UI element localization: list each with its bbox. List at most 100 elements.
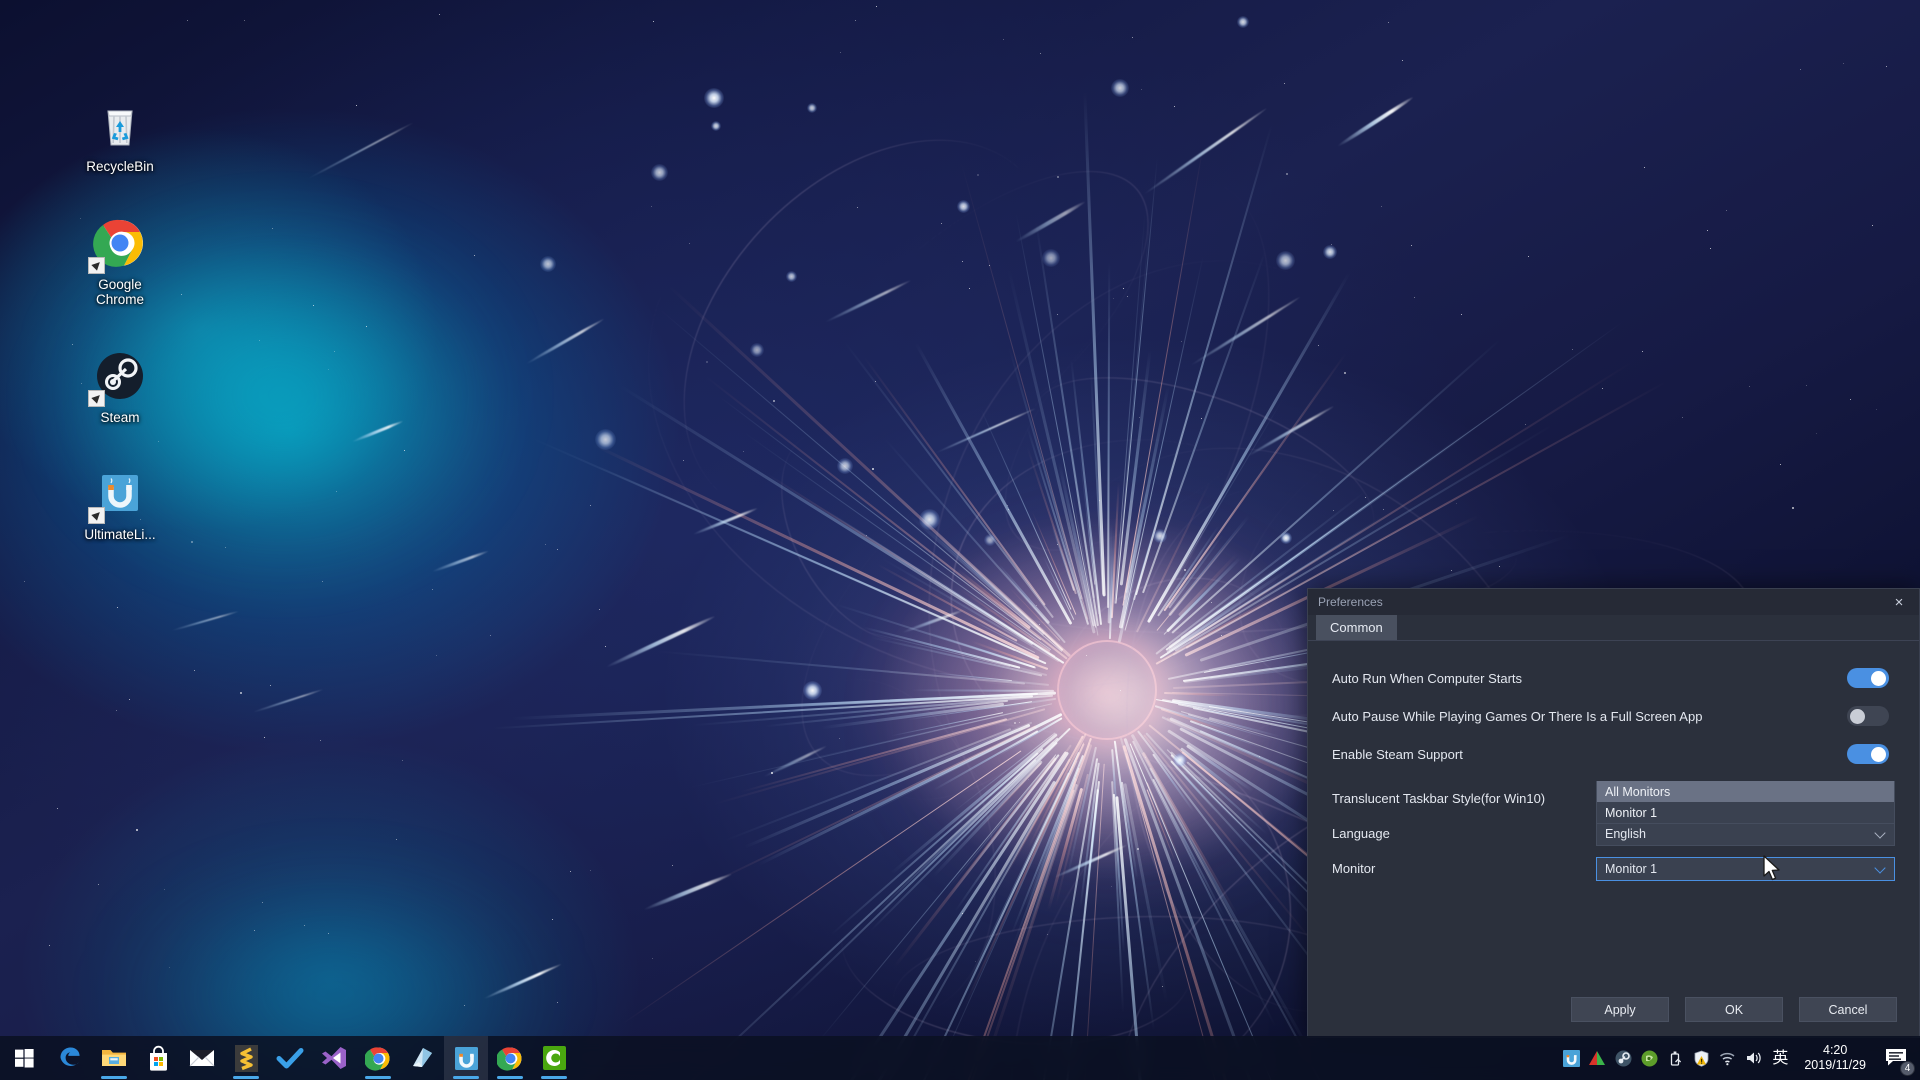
ok-button[interactable]: OK <box>1685 997 1783 1022</box>
taskbar-item-chrome-2[interactable] <box>488 1036 532 1080</box>
desktop-icon-recycle-bin[interactable]: RecycleBin <box>60 95 180 175</box>
star <box>590 870 591 871</box>
star <box>272 228 273 229</box>
taskbar-item-microsoft-store[interactable] <box>136 1036 180 1080</box>
cancel-button[interactable]: Cancel <box>1799 997 1897 1022</box>
star <box>1181 341 1182 342</box>
ime-tray-icon[interactable]: 英 <box>1766 1036 1794 1080</box>
apply-button[interactable]: Apply <box>1571 997 1669 1022</box>
star <box>1259 756 1260 757</box>
taskbar-item-sticky-notes[interactable] <box>400 1036 444 1080</box>
security-warning-tray-icon[interactable] <box>1688 1036 1714 1080</box>
close-icon[interactable]: × <box>1879 589 1919 615</box>
star <box>304 925 305 926</box>
star <box>1333 510 1334 511</box>
select-language[interactable]: English <box>1596 821 1895 846</box>
tab-common[interactable]: Common <box>1316 615 1397 640</box>
star <box>1461 314 1462 315</box>
star <box>334 351 335 352</box>
taskbar-item-todo-check[interactable] <box>268 1036 312 1080</box>
star <box>857 207 858 208</box>
star <box>743 451 744 452</box>
star <box>98 884 99 885</box>
star <box>1184 569 1186 571</box>
setting-row-monitor: Monitor Monitor 1 <box>1332 851 1895 886</box>
glow-dot <box>595 429 617 451</box>
star <box>1381 206 1382 207</box>
volume-tray-icon[interactable] <box>1740 1036 1766 1080</box>
star <box>402 760 403 761</box>
taskbar-item-edge[interactable] <box>48 1036 92 1080</box>
visual-studio-icon <box>322 1047 346 1069</box>
dialog-title: Preferences <box>1318 595 1383 609</box>
star <box>1141 89 1142 90</box>
star <box>1806 385 1807 386</box>
shortcut-overlay-icon <box>88 507 105 524</box>
star <box>977 174 979 176</box>
mail-icon <box>189 1050 215 1067</box>
star <box>1042 630 1043 631</box>
star <box>689 243 690 244</box>
aida-triangle-tray-icon[interactable] <box>1584 1036 1610 1080</box>
glow-dot <box>837 458 853 474</box>
star <box>356 105 357 106</box>
star <box>187 20 188 21</box>
star <box>771 772 773 774</box>
star <box>866 535 867 536</box>
start-button[interactable] <box>0 1036 48 1080</box>
star <box>683 460 684 461</box>
star <box>1344 372 1346 374</box>
steam-tray-icon[interactable] <box>1610 1036 1636 1080</box>
taskbar-item-chrome[interactable] <box>356 1036 400 1080</box>
star <box>1221 635 1222 636</box>
light-streak <box>604 614 716 669</box>
shortcut-overlay-icon <box>88 389 105 407</box>
dialog-title-bar[interactable]: Preferences × <box>1308 589 1919 615</box>
star <box>1039 624 1040 625</box>
glow-dot <box>1236 15 1249 28</box>
taskbar-item-green-c-app[interactable] <box>532 1036 576 1080</box>
light-streak <box>431 549 489 573</box>
star <box>259 340 260 341</box>
nvidia-tray-icon[interactable] <box>1636 1036 1662 1080</box>
star <box>1850 399 1851 400</box>
toggle-auto-run[interactable] <box>1847 668 1889 688</box>
dropdown-option-all-monitors[interactable]: All Monitors <box>1597 781 1894 802</box>
wifi-tray-icon[interactable] <box>1714 1036 1740 1080</box>
star <box>336 491 337 492</box>
star <box>270 685 271 686</box>
star <box>1174 106 1175 107</box>
desktop-icon-ultimate-lightning[interactable]: UltimateLi... <box>60 463 180 543</box>
taskbar-item-ultimate-lightning[interactable] <box>444 1036 488 1080</box>
file-explorer-icon <box>102 1050 126 1066</box>
taskbar-item-file-explorer[interactable] <box>92 1036 136 1080</box>
desktop-icon-steam[interactable]: Steam <box>60 346 180 426</box>
usb-eject-tray-icon[interactable] <box>1662 1036 1688 1080</box>
toggle-auto-pause[interactable] <box>1847 706 1889 726</box>
star <box>840 52 841 53</box>
star <box>1886 66 1887 67</box>
star <box>1682 417 1683 418</box>
todo-check-icon <box>276 1048 304 1069</box>
taskbar-clock[interactable]: 4:20 2019/11/29 <box>1794 1043 1876 1073</box>
star <box>1057 314 1058 315</box>
ultimate-lightning-tray-icon[interactable] <box>1558 1036 1584 1080</box>
star <box>872 468 874 470</box>
dropdown-option-monitor-1[interactable]: Monitor 1 <box>1597 802 1894 823</box>
glow-dot <box>1172 752 1187 767</box>
star <box>1499 566 1500 567</box>
taskbar-item-visual-studio[interactable] <box>312 1036 356 1080</box>
star <box>49 945 50 946</box>
star <box>1014 722 1016 724</box>
taskbar-item-mail[interactable] <box>180 1036 224 1080</box>
notification-badge: 4 <box>1900 1061 1915 1076</box>
action-center-icon[interactable]: 4 <box>1876 1036 1916 1080</box>
green-c-app-icon <box>542 1046 566 1070</box>
select-monitor[interactable]: Monitor 1 <box>1596 856 1895 881</box>
star <box>1876 409 1877 410</box>
desktop-icon-grid: RecycleBin Google Chrome Steam UltimateL… <box>60 95 190 581</box>
toggle-steam-support[interactable] <box>1847 744 1889 764</box>
desktop-icon-google-chrome[interactable]: Google Chrome <box>60 213 180 308</box>
taskbar-item-sublime-text[interactable] <box>224 1036 268 1080</box>
taskbar: 英 4:20 2019/11/29 4 <box>0 1036 1920 1080</box>
